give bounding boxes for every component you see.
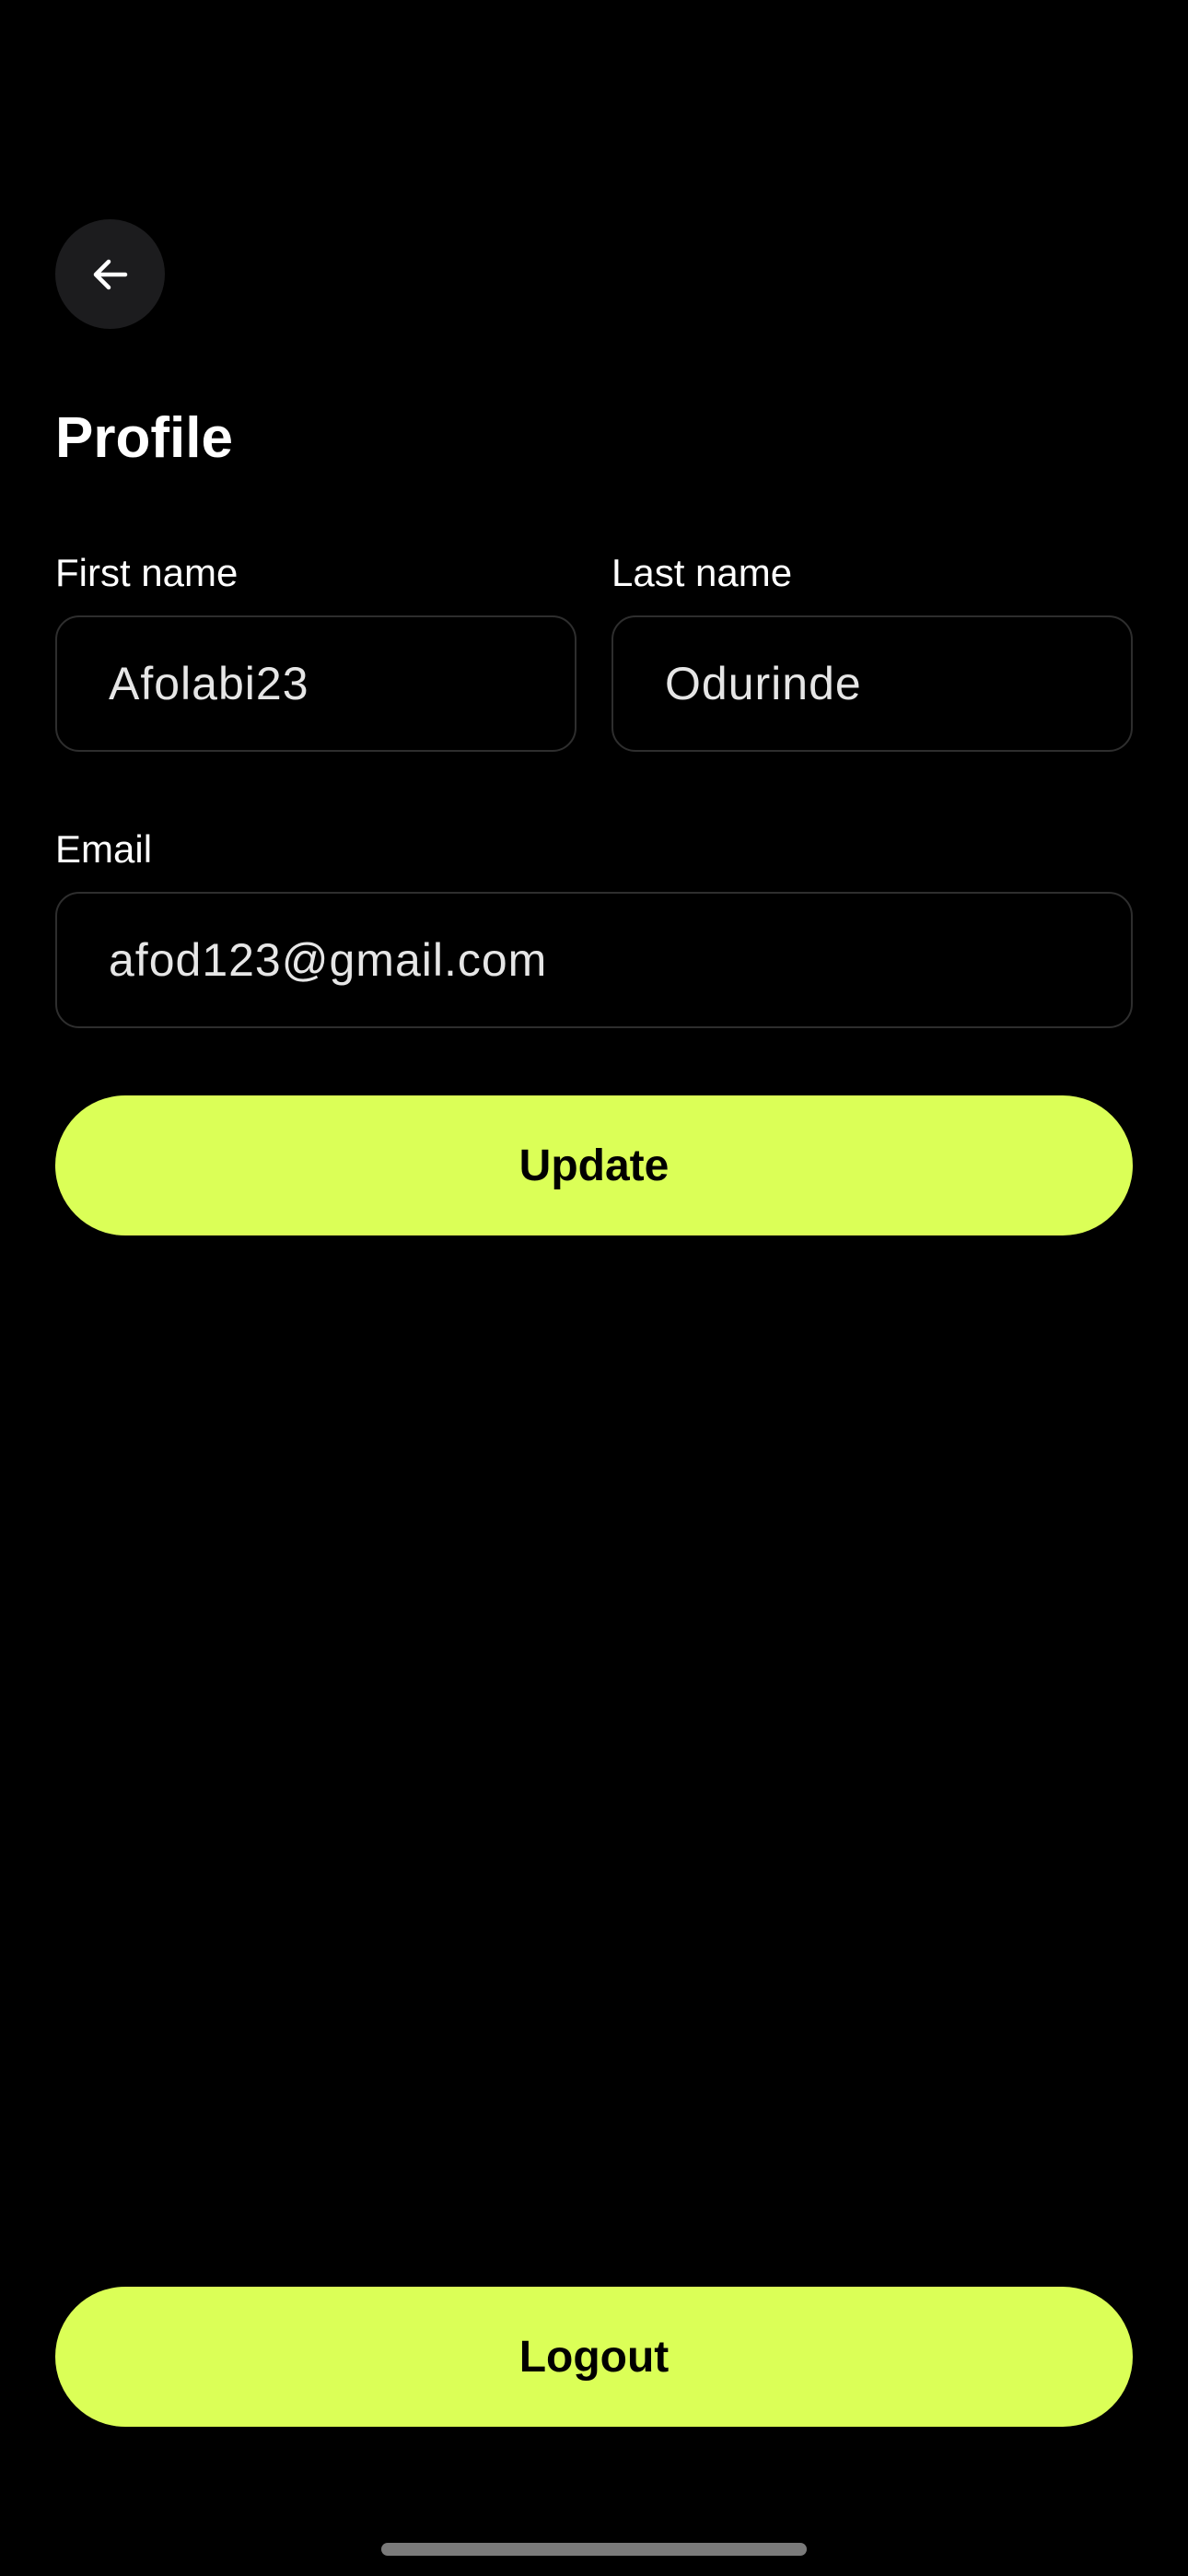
last-name-input[interactable] [665,657,1079,710]
email-input[interactable] [109,933,1079,987]
back-button[interactable] [55,219,165,329]
last-name-field[interactable] [611,615,1133,752]
arrow-left-icon [93,259,127,289]
last-name-label: Last name [611,551,793,594]
home-indicator [381,2543,807,2556]
update-button[interactable]: Update [55,1095,1133,1235]
first-name-input[interactable] [109,657,523,710]
email-label: Email [55,827,153,871]
first-name-field[interactable] [55,615,577,752]
first-name-label: First name [55,551,239,594]
page-title: Profile [55,406,233,470]
logout-button[interactable]: Logout [55,2287,1133,2427]
email-field[interactable] [55,892,1133,1028]
